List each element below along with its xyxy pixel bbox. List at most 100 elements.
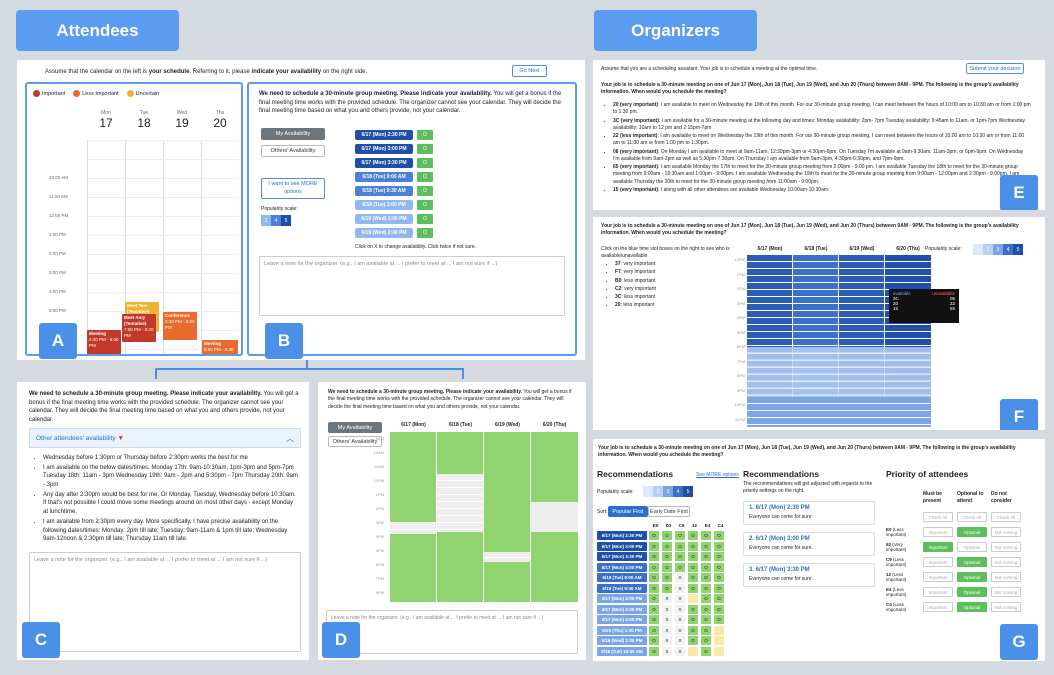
prio-important-button[interactable]: Important: [923, 602, 953, 612]
g-popularity-scale: 1 2 3 4 5: [643, 486, 693, 497]
event-meet-amy[interactable]: Meet Amy (Tentative) 7:00 PM - 8:30 PM: [122, 314, 156, 342]
slot-chip[interactable]: 6/18 (Tue) 9:30 AM: [355, 186, 413, 196]
prio-notcoming-button[interactable]: Not coming: [991, 587, 1021, 597]
slot-chip[interactable]: 6/17 (Mon) 3:00 PM: [355, 144, 413, 154]
prio-notcoming-button[interactable]: Not coming: [991, 572, 1021, 582]
availability-toggle[interactable]: O: [417, 130, 433, 140]
go-next-button[interactable]: Go Next: [512, 65, 547, 77]
prio-notcoming-button[interactable]: Not coming: [991, 527, 1021, 537]
g-rec2-title: Recommendations: [743, 469, 820, 479]
see-more-link[interactable]: See MORE options: [696, 472, 739, 478]
d-avail-block[interactable]: [484, 432, 530, 552]
check-all-dnc[interactable]: Check All: [991, 512, 1021, 522]
g-rec-table[interactable]: 6/17 (Mon) 2:30 PM O O O O O O 6/17 (Mon) 3:00 …: [597, 531, 731, 661]
rec-cell: O: [649, 552, 659, 561]
check-all-must[interactable]: Check All: [923, 512, 953, 522]
d-intro: We need to schedule a 30-minute group me…: [328, 389, 572, 410]
rec-row-time[interactable]: 6/20 (Thu) 1:30 PM: [597, 625, 647, 635]
rec-cell: O: [662, 573, 672, 582]
prio-important-button[interactable]: Important: [923, 572, 953, 582]
others-availability-accordion[interactable]: Other attendees' availability ▼ ︿: [29, 428, 301, 448]
d-unavail-block[interactable]: [531, 502, 578, 532]
availability-toggle[interactable]: O: [417, 172, 433, 182]
prio-attendee-label: E0 (Less important): [886, 527, 907, 538]
rec-card[interactable]: 2. 6/17 (Mon) 3:00 PM Everyone can come f…: [743, 532, 875, 556]
rec-row-time[interactable]: 6/17 (Mon) 5:00 PM: [597, 615, 647, 624]
rec-card[interactable]: 3. 6/17 (Mon) 3:30 PM Everyone can come f…: [743, 563, 875, 587]
prio-important-button[interactable]: Important: [923, 542, 953, 552]
my-availability-tab[interactable]: My Availability: [261, 128, 325, 140]
slot-chip[interactable]: 6/17 (Mon) 2:30 PM: [355, 130, 413, 140]
note-textarea[interactable]: Leave a note for the organizer. (e.g., I…: [326, 610, 578, 654]
rec-cell: O: [714, 604, 724, 614]
rec-cell: O: [714, 573, 724, 582]
prio-notcoming-button[interactable]: Not coming: [991, 542, 1021, 552]
panel-e: Assume that you are a scheduling assista…: [593, 60, 1045, 210]
prio-important-button[interactable]: Important: [923, 557, 953, 567]
prio-notcoming-button[interactable]: Not coming: [991, 602, 1021, 612]
e-intro: Assume that you are a scheduling assista…: [601, 66, 818, 72]
event-conference[interactable]: Conference 3:30 PM - 5:00 PM: [163, 312, 197, 340]
availability-toggle[interactable]: O: [417, 214, 433, 224]
d-avail-block[interactable]: [390, 432, 436, 522]
slot-chip[interactable]: 6/19 (Wed) 2:30 PM: [355, 228, 413, 238]
note-textarea[interactable]: Leave a note for the organizer. (e.g., I…: [29, 552, 301, 652]
event-meeting-mon[interactable]: Meeting 4:30 PM - 6:00 PM: [87, 330, 121, 354]
rec-cell: O: [675, 541, 685, 551]
label-e: E: [1000, 175, 1038, 210]
list-item: 15 (very important): I along with all ot…: [613, 187, 1031, 194]
rec-row-time[interactable]: 6/18 (Tue) 9:00 AM: [597, 573, 647, 582]
prio-optional-button[interactable]: Optional: [957, 602, 987, 612]
prio-optional-button[interactable]: Optional: [957, 542, 987, 552]
rec-row-time[interactable]: 6/17 (Mon) 3:30 PM: [597, 552, 647, 561]
rec-row-time[interactable]: 6/18 (Tue) 9:30 AM: [597, 583, 647, 593]
rec-cell: O: [688, 615, 698, 624]
early-date-first-button[interactable]: Early Date First: [648, 506, 690, 517]
day-header: Thu 20: [213, 110, 227, 130]
slot-chip[interactable]: 6/18 (Tue) 9:00 AM: [355, 172, 413, 182]
rec-row-time[interactable]: 6/17 (Mon) 3:00 PM: [597, 541, 647, 551]
rec-row-time[interactable]: 6/17 (Mon) 4:00 PM: [597, 594, 647, 603]
rec-row-time[interactable]: 6/17 (Mon) 4:00 PM: [597, 562, 647, 572]
availability-toggle[interactable]: O: [417, 186, 433, 196]
g-col-headers: E0 D2 C9 12 E4 C4: [652, 523, 724, 528]
label-d: D: [322, 622, 360, 658]
rec-card[interactable]: 1. 6/17 (Mon) 2:30 PM Everyone can come f…: [743, 501, 875, 525]
availability-toggle[interactable]: O: [417, 228, 433, 238]
others-availability-tab[interactable]: Others' Availability: [261, 145, 325, 157]
slot-chip[interactable]: 6/17 (Mon) 3:30 PM: [355, 158, 413, 168]
event-meeting-thu[interactable]: Meeting 5:00 PM - 6:30 PM: [202, 340, 238, 354]
d-avail-block[interactable]: [437, 432, 483, 474]
check-all-optional[interactable]: Check All: [957, 512, 987, 522]
submit-decision-button[interactable]: Submit your decision: [966, 63, 1024, 74]
rec-row-time[interactable]: 6/17 (Mon) 2:30 PM: [597, 531, 647, 540]
rec-cell: O: [649, 636, 659, 645]
availability-toggle[interactable]: O: [417, 200, 433, 210]
prio-important-button[interactable]: Important: [923, 527, 953, 537]
rec-row-time[interactable]: 6/19 (Wed) 1:00 PM: [597, 636, 647, 645]
prio-important-button[interactable]: Important: [923, 587, 953, 597]
prio-optional-button[interactable]: Optional: [957, 527, 987, 537]
slot-chip[interactable]: 6/19 (Wed) 2:00 PM: [355, 214, 413, 224]
availability-toggle[interactable]: O: [417, 144, 433, 154]
rec-row-time[interactable]: 6/18 (Tue) 10:00 AM: [597, 646, 647, 656]
d-avail-block[interactable]: [390, 534, 436, 602]
rec-cell: [688, 594, 698, 603]
prio-optional-button[interactable]: Optional: [957, 557, 987, 567]
slot-chip[interactable]: 6/18 (Tue) 1:00 PM: [355, 200, 413, 210]
d-avail-block[interactable]: [437, 532, 483, 602]
prio-notcoming-button[interactable]: Not coming: [991, 557, 1021, 567]
list-item: 65 (very important): I am available Mond…: [613, 164, 1031, 186]
see-more-options-button[interactable]: I want to see MORE options: [261, 178, 325, 199]
popular-first-button[interactable]: Popular First: [608, 506, 648, 517]
note-textarea[interactable]: Leave a note for the organizer. (e.g., I…: [259, 256, 565, 316]
rec-row-time[interactable]: 6/17 (Mon) 4:30 PM: [597, 604, 647, 614]
d-avail-block[interactable]: [484, 562, 530, 602]
availability-toggle[interactable]: O: [417, 158, 433, 168]
rec-cell: O: [701, 583, 711, 593]
rec-cell: O: [714, 552, 724, 561]
rec-cell: X: [675, 594, 685, 603]
prio-optional-button[interactable]: Optional: [957, 572, 987, 582]
prio-optional-button[interactable]: Optional: [957, 587, 987, 597]
chevron-up-icon[interactable]: ︿: [286, 433, 294, 444]
